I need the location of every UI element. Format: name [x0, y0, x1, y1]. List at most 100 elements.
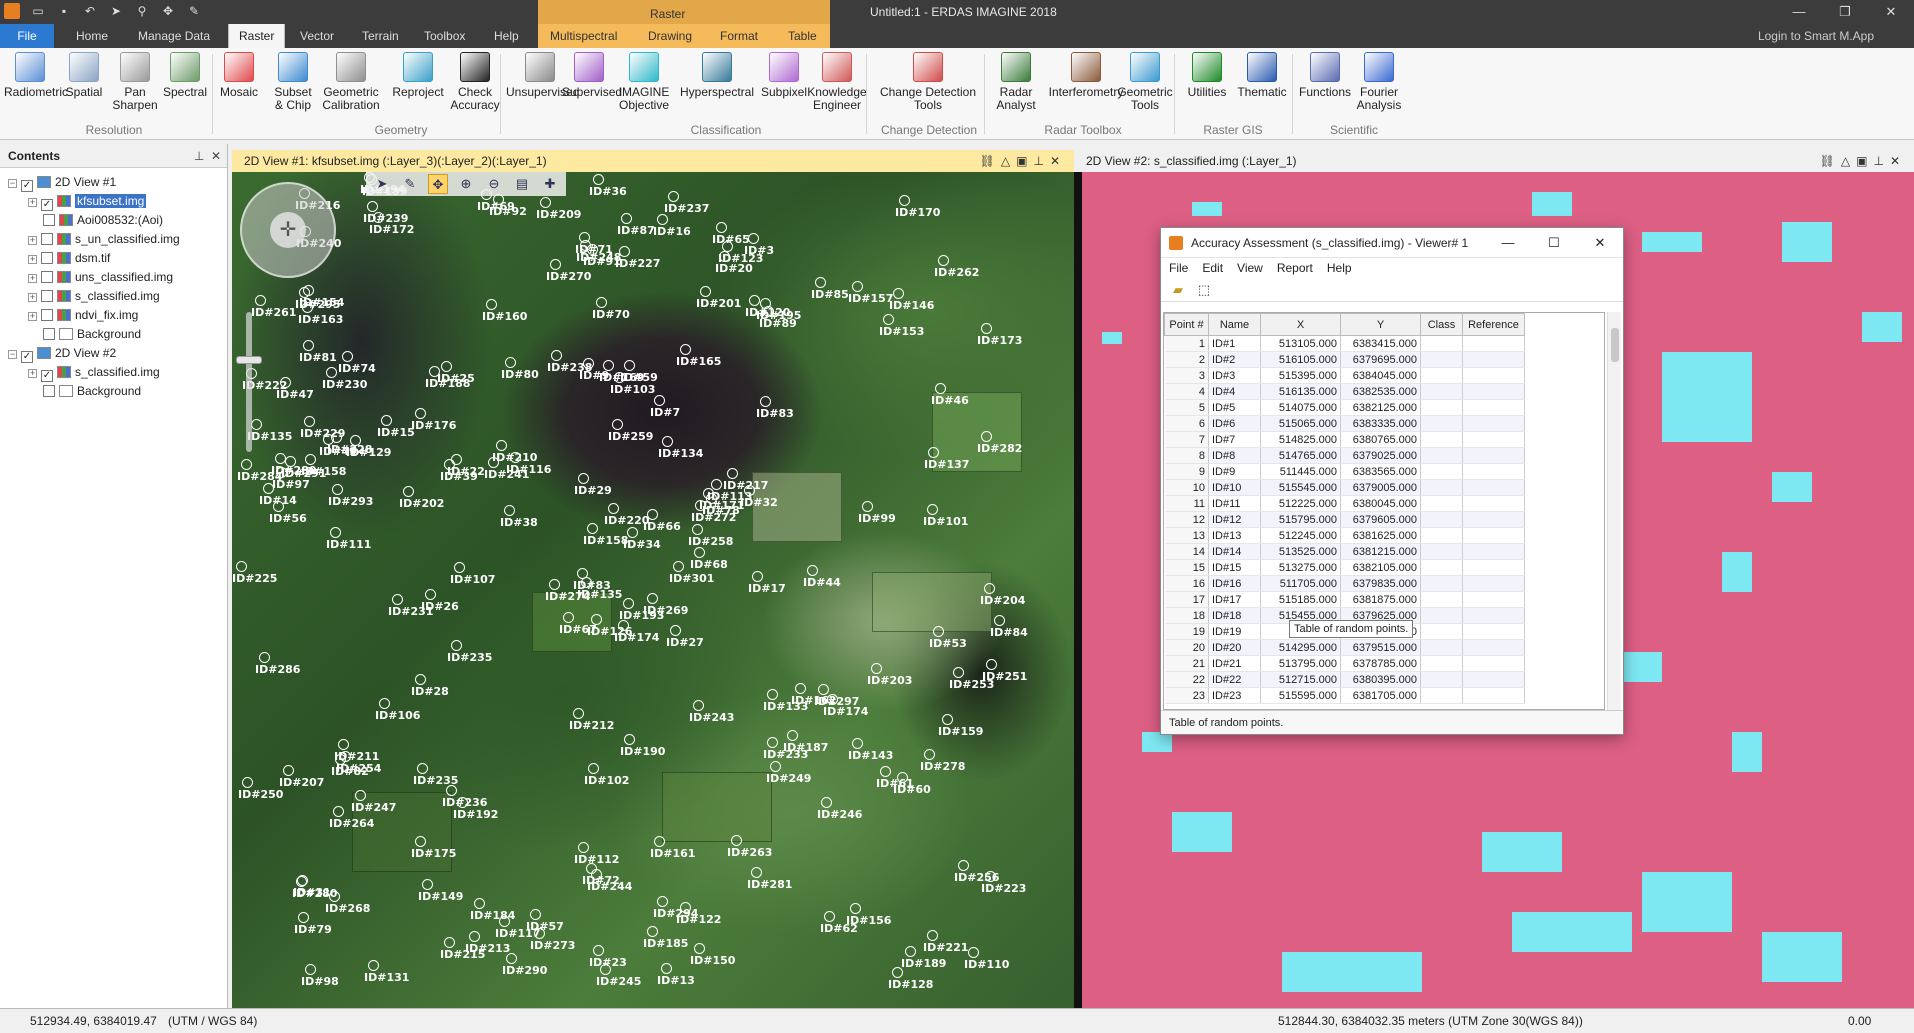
table-cell[interactable]: 11 — [1164, 495, 1209, 512]
open-icon[interactable]: ▭ — [30, 3, 46, 19]
random-point-marker[interactable]: ID#262 — [934, 255, 979, 278]
random-point-marker[interactable]: ID#83 — [756, 396, 794, 419]
visibility-checkbox[interactable] — [43, 328, 55, 340]
navigation-wheel[interactable]: ✛ — [240, 182, 336, 278]
imagine-objective-button[interactable]: IMAGINE Objective — [614, 52, 674, 112]
pan-sharpen-button[interactable]: Pan Sharpen — [112, 52, 158, 112]
table-cell[interactable] — [1420, 671, 1463, 688]
table-cell[interactable]: 15 — [1164, 559, 1209, 576]
random-point-marker[interactable]: ID#149 — [418, 879, 463, 902]
table-cell[interactable] — [1420, 335, 1463, 352]
thematic-button[interactable]: Thematic — [1234, 52, 1290, 99]
random-point-marker[interactable]: ID#137 — [924, 447, 969, 470]
table-cell[interactable] — [1462, 655, 1525, 672]
table-cell[interactable] — [1462, 639, 1525, 656]
tree-layer-item[interactable]: + ✓ kfsubset.img — [28, 192, 147, 211]
lock-icon[interactable]: ▣ — [1856, 154, 1873, 168]
table-cell[interactable]: 515185.000 — [1260, 591, 1341, 608]
table-cell[interactable]: 515545.000 — [1260, 479, 1341, 496]
random-point-marker[interactable]: ID#238 — [547, 350, 592, 373]
random-point-marker[interactable]: ID#84 — [990, 615, 1028, 638]
functions-button[interactable]: Functions — [1298, 52, 1352, 99]
random-point-marker[interactable]: ID#46 — [931, 383, 969, 406]
pin-icon[interactable]: ⊥ — [194, 149, 204, 163]
tab-raster[interactable]: Raster — [228, 24, 286, 48]
minimize-icon[interactable]: — — [1776, 0, 1822, 24]
scrollbar-thumb[interactable] — [1611, 328, 1619, 362]
random-point-marker[interactable]: ID#81 — [299, 340, 337, 363]
table-cell[interactable]: 515795.000 — [1260, 511, 1341, 528]
table-cell[interactable]: ID#16 — [1208, 575, 1261, 592]
random-point-marker[interactable]: ID#72 — [582, 863, 620, 886]
pin-icon[interactable]: ⊥ — [1873, 154, 1889, 168]
menu-report[interactable]: Report — [1277, 258, 1313, 278]
pan-icon[interactable]: ✥ — [160, 3, 176, 19]
tab-help[interactable]: Help — [484, 24, 529, 48]
table-cell[interactable]: 6379025.000 — [1340, 447, 1421, 464]
table-row[interactable]: 22 ID#22 512715.000 6380395.000 — [1164, 671, 1525, 688]
radar-analyst-button[interactable]: Radar Analyst — [990, 52, 1042, 112]
random-point-marker[interactable]: ID#53 — [929, 626, 967, 649]
table-cell[interactable] — [1420, 511, 1463, 528]
visibility-checkbox[interactable] — [41, 271, 53, 283]
view1-header[interactable]: 2D View #1: kfsubset.img (:Layer_3)(:Lay… — [232, 150, 1074, 172]
random-point-marker[interactable]: ID#92 — [489, 194, 527, 217]
geometric-calibration-button[interactable]: Geometric Calibration — [316, 52, 386, 112]
table-cell[interactable]: 515065.000 — [1260, 415, 1341, 432]
random-point-marker[interactable]: ID#185 — [643, 926, 688, 949]
expand-icon[interactable]: + — [28, 274, 37, 283]
table-cell[interactable] — [1462, 591, 1525, 608]
table-cell[interactable]: ID#20 — [1208, 639, 1261, 656]
table-row[interactable]: 2 ID#2 516105.000 6379695.000 — [1164, 351, 1525, 368]
utilities-button[interactable]: Utilities — [1180, 52, 1234, 99]
table-cell[interactable]: ID#23 — [1208, 687, 1261, 704]
undo-icon[interactable]: ↶ — [82, 3, 98, 19]
login-link[interactable]: Login to Smart M.App — [1758, 29, 1874, 43]
table-cell[interactable]: 6382105.000 — [1340, 559, 1421, 576]
table-cell[interactable]: 20 — [1164, 639, 1209, 656]
random-point-marker[interactable]: ID#44 — [803, 565, 841, 588]
knowledge-engineer-button[interactable]: Knowledge Engineer — [806, 52, 868, 112]
random-point-marker[interactable]: ID#135 — [247, 419, 292, 442]
table-cell[interactable]: 6381705.000 — [1340, 687, 1421, 704]
table-cell[interactable] — [1420, 351, 1463, 368]
random-point-marker[interactable]: ID#184 — [470, 898, 515, 921]
column-header[interactable]: Reference — [1462, 313, 1525, 336]
expand-icon[interactable]: + — [28, 236, 37, 245]
table-cell[interactable]: 6 — [1164, 415, 1209, 432]
random-point-marker[interactable]: ID#98 — [301, 964, 339, 987]
random-point-marker[interactable]: ID#57 — [526, 909, 564, 932]
tab-vector[interactable]: Vector — [290, 24, 344, 48]
warning-icon[interactable]: △ — [1001, 154, 1016, 168]
random-point-marker[interactable]: ID#150 — [690, 943, 735, 966]
random-point-marker[interactable]: ID#68 — [690, 547, 728, 570]
tab-file[interactable]: File — [0, 24, 54, 48]
random-point-marker[interactable]: ID#243 — [689, 700, 734, 723]
table-cell[interactable] — [1420, 655, 1463, 672]
table-cell[interactable] — [1420, 431, 1463, 448]
table-row[interactable]: 11 ID#11 512225.000 6380045.000 — [1164, 495, 1525, 512]
inquire-icon[interactable]: ✚ — [540, 174, 560, 194]
table-cell[interactable] — [1420, 463, 1463, 480]
table-cell[interactable] — [1462, 479, 1525, 496]
random-point-marker[interactable]: ID#143 — [848, 738, 893, 761]
table-cell[interactable]: 6379515.000 — [1340, 639, 1421, 656]
random-point-marker[interactable]: ID#263 — [727, 835, 772, 858]
table-cell[interactable]: ID#11 — [1208, 495, 1261, 512]
random-point-marker[interactable]: ID#7 — [650, 395, 680, 418]
random-point-marker[interactable]: ID#233 — [763, 737, 808, 760]
random-point-marker[interactable]: ID#106 — [375, 698, 420, 721]
random-point-marker[interactable]: ID#223 — [981, 871, 1026, 894]
table-cell[interactable] — [1462, 399, 1525, 416]
table-cell[interactable]: 6382125.000 — [1340, 399, 1421, 416]
random-point-marker[interactable]: ID#249 — [766, 761, 811, 784]
table-cell[interactable] — [1462, 495, 1525, 512]
menu-file[interactable]: File — [1169, 258, 1188, 278]
table-cell[interactable]: ID#4 — [1208, 383, 1261, 400]
reproject-button[interactable]: Reproject — [392, 52, 444, 99]
table-cell[interactable]: 21 — [1164, 655, 1209, 672]
random-point-marker[interactable]: ID#282 — [977, 431, 1022, 454]
open-folder-icon[interactable]: ▰ — [1169, 281, 1187, 299]
tab-manage-data[interactable]: Manage Data — [128, 24, 220, 48]
table-row[interactable]: 23 ID#23 515595.000 6381705.000 — [1164, 687, 1525, 704]
